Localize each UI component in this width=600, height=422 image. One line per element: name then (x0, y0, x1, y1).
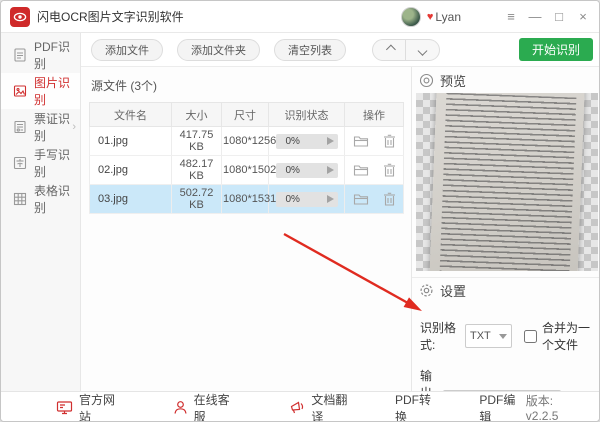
minimize-button[interactable]: — (523, 9, 547, 24)
monitor-icon (56, 401, 73, 415)
sidebar: PDF识别 图片识别 票证识别 › 手写识别 表格识别 (1, 33, 81, 391)
sidebar-item-pdf-recognition[interactable]: PDF识别 (1, 37, 80, 73)
user-avatar[interactable] (400, 6, 421, 27)
file-size: 502.72 KB (171, 184, 222, 214)
col-operations: 操作 (344, 102, 404, 127)
online-support-link[interactable]: 在线客服 (173, 391, 240, 421)
open-folder-icon[interactable] (353, 134, 369, 148)
file-size: 417.75 KB (171, 126, 222, 156)
source-files-label: 源文件 (3个) (91, 79, 158, 93)
app-title: 闪电OCR图片文字识别软件 (37, 10, 184, 24)
file-dimensions: 1080*1502 (221, 155, 276, 185)
maximize-button[interactable]: □ (547, 9, 571, 24)
settings-title: 设置 (440, 284, 467, 299)
move-down-button[interactable] (406, 38, 440, 61)
table-row-selected[interactable]: 03.jpg 502.72 KB 1080*1531 0% (89, 184, 404, 214)
sidebar-item-ticket-recognition[interactable]: 票证识别 › (1, 109, 80, 145)
file-dimensions: 1080*1531 (221, 184, 276, 214)
table-row[interactable]: 02.jpg 482.17 KB 1080*1502 0% (89, 155, 404, 185)
image-icon (13, 85, 27, 97)
file-table: 文件名 大小 尺寸 识别状态 操作 01.jpg 417.75 KB 1080*… (89, 102, 404, 214)
file-size: 482.17 KB (171, 155, 222, 185)
table-grid-icon (13, 192, 27, 206)
pdf-edit-link[interactable]: PDF编辑 (479, 391, 525, 422)
handwriting-icon (13, 156, 27, 170)
gear-icon (420, 284, 433, 297)
clear-list-button[interactable]: 清空列表 (274, 38, 346, 61)
open-folder-icon[interactable] (353, 192, 369, 206)
document-photo (429, 93, 585, 271)
sidebar-item-table-recognition[interactable]: 表格识别 (1, 181, 80, 217)
app-window: 闪电OCR图片文字识别软件 ♥ Lyan ≡ — □ × PDF识别 图片识别 … (0, 0, 600, 422)
delete-trash-icon[interactable] (383, 163, 396, 178)
preview-header: 预览 (412, 67, 599, 93)
col-filename: 文件名 (89, 102, 172, 127)
delete-trash-icon[interactable] (383, 192, 396, 207)
footer-bar: 官方网站 在线客服 文档翻译 PDF转换 PDF编辑 版本: v2.2.5 (1, 391, 599, 422)
add-file-button[interactable]: 添加文件 (91, 38, 163, 61)
progress-bar: 0% (275, 162, 338, 178)
delete-trash-icon[interactable] (383, 134, 396, 149)
format-value: TXT (470, 330, 491, 342)
play-icon[interactable] (326, 166, 334, 174)
app-logo-icon (10, 6, 30, 27)
format-dropdown[interactable]: TXT (464, 324, 513, 348)
open-folder-icon[interactable] (353, 163, 369, 177)
person-icon (174, 401, 187, 414)
official-website-link[interactable]: 官方网站 (56, 391, 125, 421)
dropdown-caret-icon (498, 333, 507, 339)
chevron-right-icon: › (72, 121, 76, 133)
sidebar-item-handwriting-recognition[interactable]: 手写识别 (1, 145, 80, 181)
version-label: 版本: v2.2.5 (525, 394, 559, 422)
toolbar: 添加文件 添加文件夹 清空列表 开始识别 (81, 33, 599, 67)
title-bar: 闪电OCR图片文字识别软件 ♥ Lyan ≡ — □ × (1, 1, 599, 33)
progress-bar: 0% (275, 191, 338, 207)
chevron-down-icon (417, 45, 428, 56)
close-button[interactable]: × (571, 9, 595, 24)
file-list-area: 源文件 (3个) 文件名 大小 尺寸 识别状态 操作 01.jpg 417.75… (81, 67, 411, 391)
document-translate-link[interactable]: 文档翻译 (289, 391, 357, 421)
file-name: 03.jpg (89, 184, 172, 214)
settings-header: 设置 (412, 277, 599, 303)
right-panel: 预览 设置 识别格式: TXT 合并为一个文件 输出目录 ··· (411, 67, 599, 421)
col-dimensions: 尺寸 (221, 102, 269, 127)
sidebar-item-image-recognition[interactable]: 图片识别 (1, 73, 80, 109)
merge-label: 合并为一个文件 (542, 321, 591, 352)
merge-checkbox[interactable] (524, 329, 538, 343)
format-label: 识别格式: (420, 321, 457, 352)
pdf-document-icon (14, 48, 26, 62)
preview-eye-icon (419, 73, 434, 87)
play-icon[interactable] (326, 137, 334, 145)
start-recognition-button[interactable]: 开始识别 (518, 38, 593, 61)
file-dimensions: 1080*1256 (221, 126, 276, 156)
file-name: 01.jpg (89, 126, 172, 156)
preview-image[interactable] (416, 93, 598, 271)
progress-bar: 0% (275, 133, 338, 149)
pdf-convert-link[interactable]: PDF转换 (395, 391, 441, 422)
col-size: 大小 (171, 102, 222, 127)
megaphone-icon (291, 401, 304, 414)
vip-heart-icon: ♥ (426, 10, 434, 23)
move-up-button[interactable] (372, 38, 406, 61)
preview-title: 预览 (440, 73, 467, 89)
add-folder-button[interactable]: 添加文件夹 (177, 38, 260, 61)
ticket-icon (14, 120, 26, 134)
table-row[interactable]: 01.jpg 417.75 KB 1080*1256 0% (89, 126, 404, 156)
file-name: 02.jpg (89, 155, 172, 185)
menu-icon[interactable]: ≡ (499, 9, 523, 24)
chevron-up-icon (385, 44, 396, 55)
col-status: 识别状态 (268, 102, 345, 127)
play-icon[interactable] (326, 195, 334, 203)
username[interactable]: Lyan (435, 10, 461, 24)
